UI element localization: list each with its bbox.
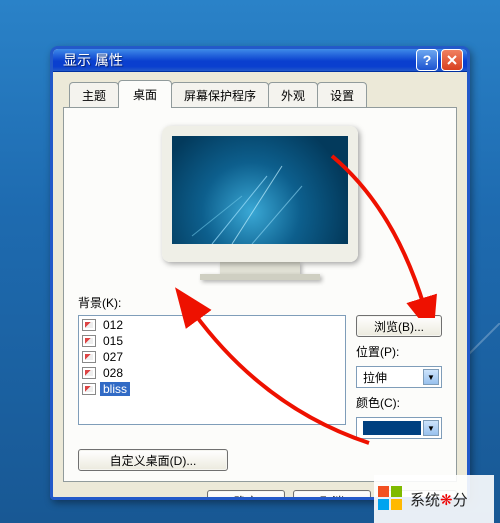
image-icon (82, 319, 96, 331)
wallpaper-preview-icon (172, 136, 348, 244)
monitor-preview (78, 126, 442, 280)
image-icon (82, 335, 96, 347)
color-label: 颜色(C): (356, 394, 442, 411)
logo-icon (378, 486, 404, 512)
tab-desktop[interactable]: 桌面 (118, 80, 172, 108)
watermark-text: 系统❋分 (410, 489, 468, 510)
tab-appearance[interactable]: 外观 (268, 82, 318, 107)
image-icon (82, 351, 96, 363)
list-item[interactable]: 012 (80, 317, 344, 333)
list-item-selected[interactable]: bliss (80, 381, 344, 397)
ok-button[interactable]: 确定 (207, 490, 285, 500)
desktop-tab-panel: 背景(K): 012 015 027 028 bliss 浏览(B)... 位置… (63, 107, 457, 482)
chevron-down-icon: ▼ (423, 420, 439, 436)
position-select[interactable]: 拉伸 ▼ (356, 366, 442, 388)
customize-desktop-button[interactable]: 自定义桌面(D)... (78, 449, 228, 471)
list-item[interactable]: 015 (80, 333, 344, 349)
tab-strip: 主题 桌面 屏幕保护程序 外观 设置 (63, 82, 457, 107)
display-properties-window: 显示 属性 ? 主题 桌面 屏幕保护程序 外观 设置 (50, 46, 470, 500)
tab-theme[interactable]: 主题 (69, 82, 119, 107)
list-item[interactable]: 027 (80, 349, 344, 365)
titlebar[interactable]: 显示 属性 ? (53, 49, 467, 72)
close-button[interactable] (441, 49, 463, 71)
chevron-down-icon: ▼ (423, 369, 439, 385)
background-listbox[interactable]: 012 015 027 028 bliss (78, 315, 346, 425)
watermark-logo: 系统❋分 (374, 475, 494, 523)
color-swatch (363, 421, 421, 435)
cancel-button[interactable]: 取消 (293, 490, 371, 500)
browse-button[interactable]: 浏览(B)... (356, 315, 442, 337)
image-icon (82, 367, 96, 379)
list-item[interactable]: 028 (80, 365, 344, 381)
help-button[interactable]: ? (416, 49, 438, 71)
tab-screensaver[interactable]: 屏幕保护程序 (171, 82, 269, 107)
window-title: 显示 属性 (63, 50, 123, 70)
position-label: 位置(P): (356, 343, 442, 360)
image-icon (82, 383, 96, 395)
background-label: 背景(K): (78, 294, 442, 311)
tab-settings[interactable]: 设置 (317, 82, 367, 107)
close-icon (446, 54, 458, 66)
color-select[interactable]: ▼ (356, 417, 442, 439)
